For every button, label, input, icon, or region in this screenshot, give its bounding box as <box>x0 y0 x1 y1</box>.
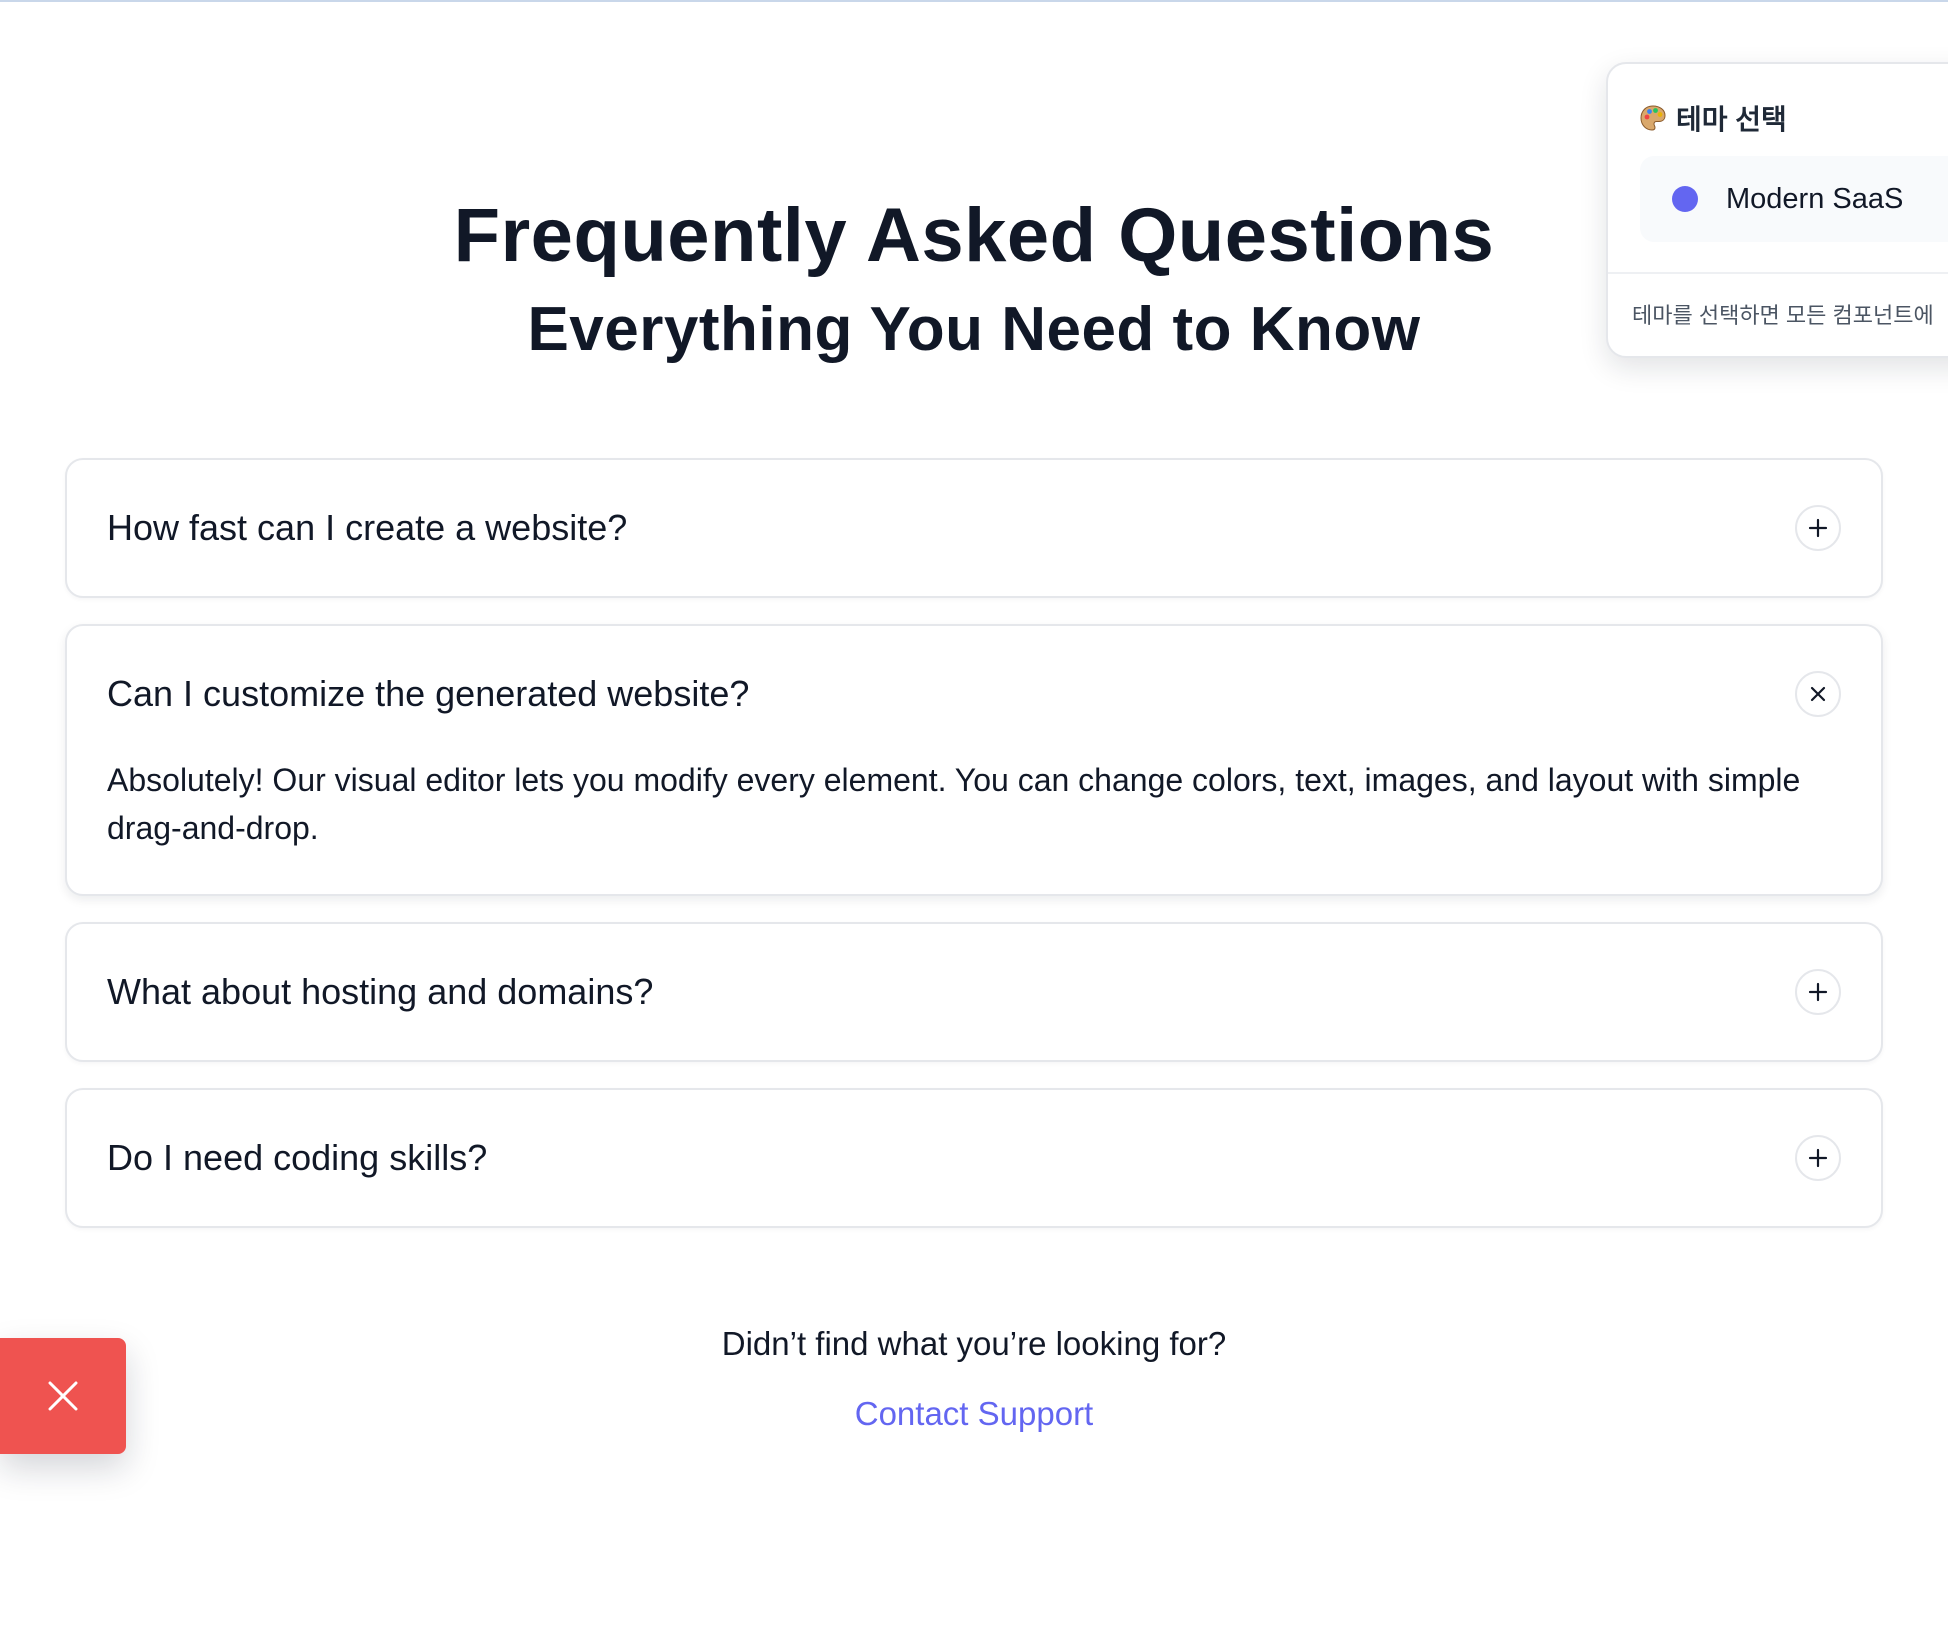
faq-item: Do I need coding skills? <box>65 1088 1883 1228</box>
theme-option-label: Modern SaaS <box>1726 182 1904 215</box>
theme-panel-divider <box>1608 272 1948 274</box>
faq-page: Frequently Asked Questions Everything Yo… <box>0 0 1948 1634</box>
faq-question-header[interactable]: Do I need coding skills? <box>67 1090 1881 1226</box>
faq-item-open: Can I customize the generated website? A… <box>65 624 1883 896</box>
faq-question-header[interactable]: Can I customize the generated website? <box>67 626 1881 762</box>
faq-item: What about hosting and domains? <box>65 922 1883 1062</box>
top-divider <box>0 0 1948 2</box>
theme-panel-title: 테마 선택 <box>1638 98 1787 138</box>
faq-answer: Absolutely! Our visual editor lets you m… <box>107 762 1801 846</box>
expand-button[interactable] <box>1795 969 1841 1015</box>
expand-button[interactable] <box>1795 1135 1841 1181</box>
faq-question: What about hosting and domains? <box>107 971 654 1012</box>
theme-panel-footer: 테마를 선택하면 모든 컴포넌트에 <box>1632 303 1934 328</box>
help-section: Didn’t find what you’re looking for? Con… <box>0 1320 1948 1438</box>
theme-color-dot <box>1672 186 1698 212</box>
faq-question-header[interactable]: How fast can I create a website? <box>67 460 1881 596</box>
faq-list: How fast can I create a website? Can I c… <box>65 458 1883 1254</box>
close-icon <box>48 1381 78 1411</box>
plus-icon <box>1808 518 1828 538</box>
theme-title-text: 테마 선택 <box>1676 104 1787 135</box>
faq-question-header[interactable]: What about hosting and domains? <box>67 924 1881 1060</box>
plus-icon <box>1808 1148 1828 1168</box>
floating-close-button[interactable] <box>0 1338 126 1454</box>
palette-icon <box>1640 105 1666 131</box>
help-text: Didn’t find what you’re looking for? <box>721 1325 1227 1362</box>
faq-item: How fast can I create a website? <box>65 458 1883 598</box>
theme-option-modern-saas[interactable]: Modern SaaS <box>1640 156 1948 242</box>
faq-question: Do I need coding skills? <box>107 1137 488 1178</box>
collapse-button[interactable] <box>1795 671 1841 717</box>
expand-button[interactable] <box>1795 505 1841 551</box>
plus-icon <box>1808 982 1828 1002</box>
theme-selector-panel: 테마 선택 Modern SaaS 테마를 선택하면 모든 컴포넌트에 <box>1606 62 1948 358</box>
faq-question: How fast can I create a website? <box>107 507 628 548</box>
faq-question: Can I customize the generated website? <box>107 673 750 714</box>
contact-support-link[interactable]: Contact Support <box>855 1390 1093 1438</box>
close-icon <box>1810 686 1826 702</box>
